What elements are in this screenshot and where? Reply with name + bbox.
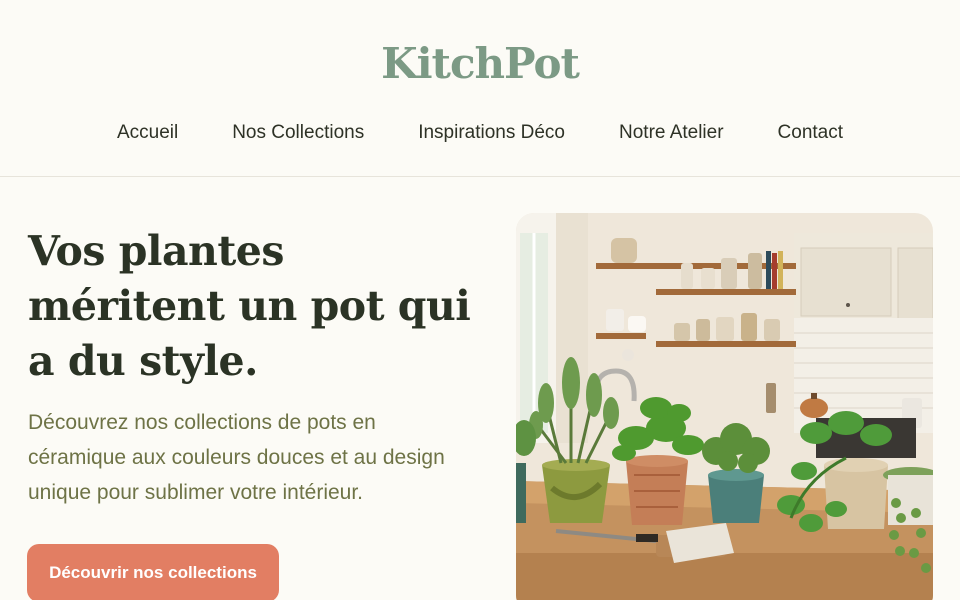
hero-title-line: méritent un pot qui [28,282,471,330]
hero-title: Vos plantes méritent un pot qui a du sty… [28,224,478,389]
nav-item-collections[interactable]: Nos Collections [232,120,364,146]
hero-title-line: a du style. [28,337,258,385]
discover-collections-button[interactable]: Découvrir nos collections [27,544,279,600]
hero-description: Découvrez nos collections de pots en cér… [28,411,445,504]
site-header: KitchPot Accueil Nos Collections Inspira… [0,0,960,177]
nav-item-atelier[interactable]: Notre Atelier [619,120,724,146]
hero-text: Vos plantes méritent un pot qui a du sty… [28,224,478,510]
hero-title-line: Vos plantes [28,227,284,275]
nav-item-accueil[interactable]: Accueil [117,120,178,146]
main-nav: Accueil Nos Collections Inspirations Déc… [0,120,960,146]
hero-kitchen-plants-image [516,213,933,600]
nav-item-contact[interactable]: Contact [778,120,843,146]
logo[interactable]: KitchPot [0,38,960,90]
nav-item-inspirations[interactable]: Inspirations Déco [418,120,565,146]
